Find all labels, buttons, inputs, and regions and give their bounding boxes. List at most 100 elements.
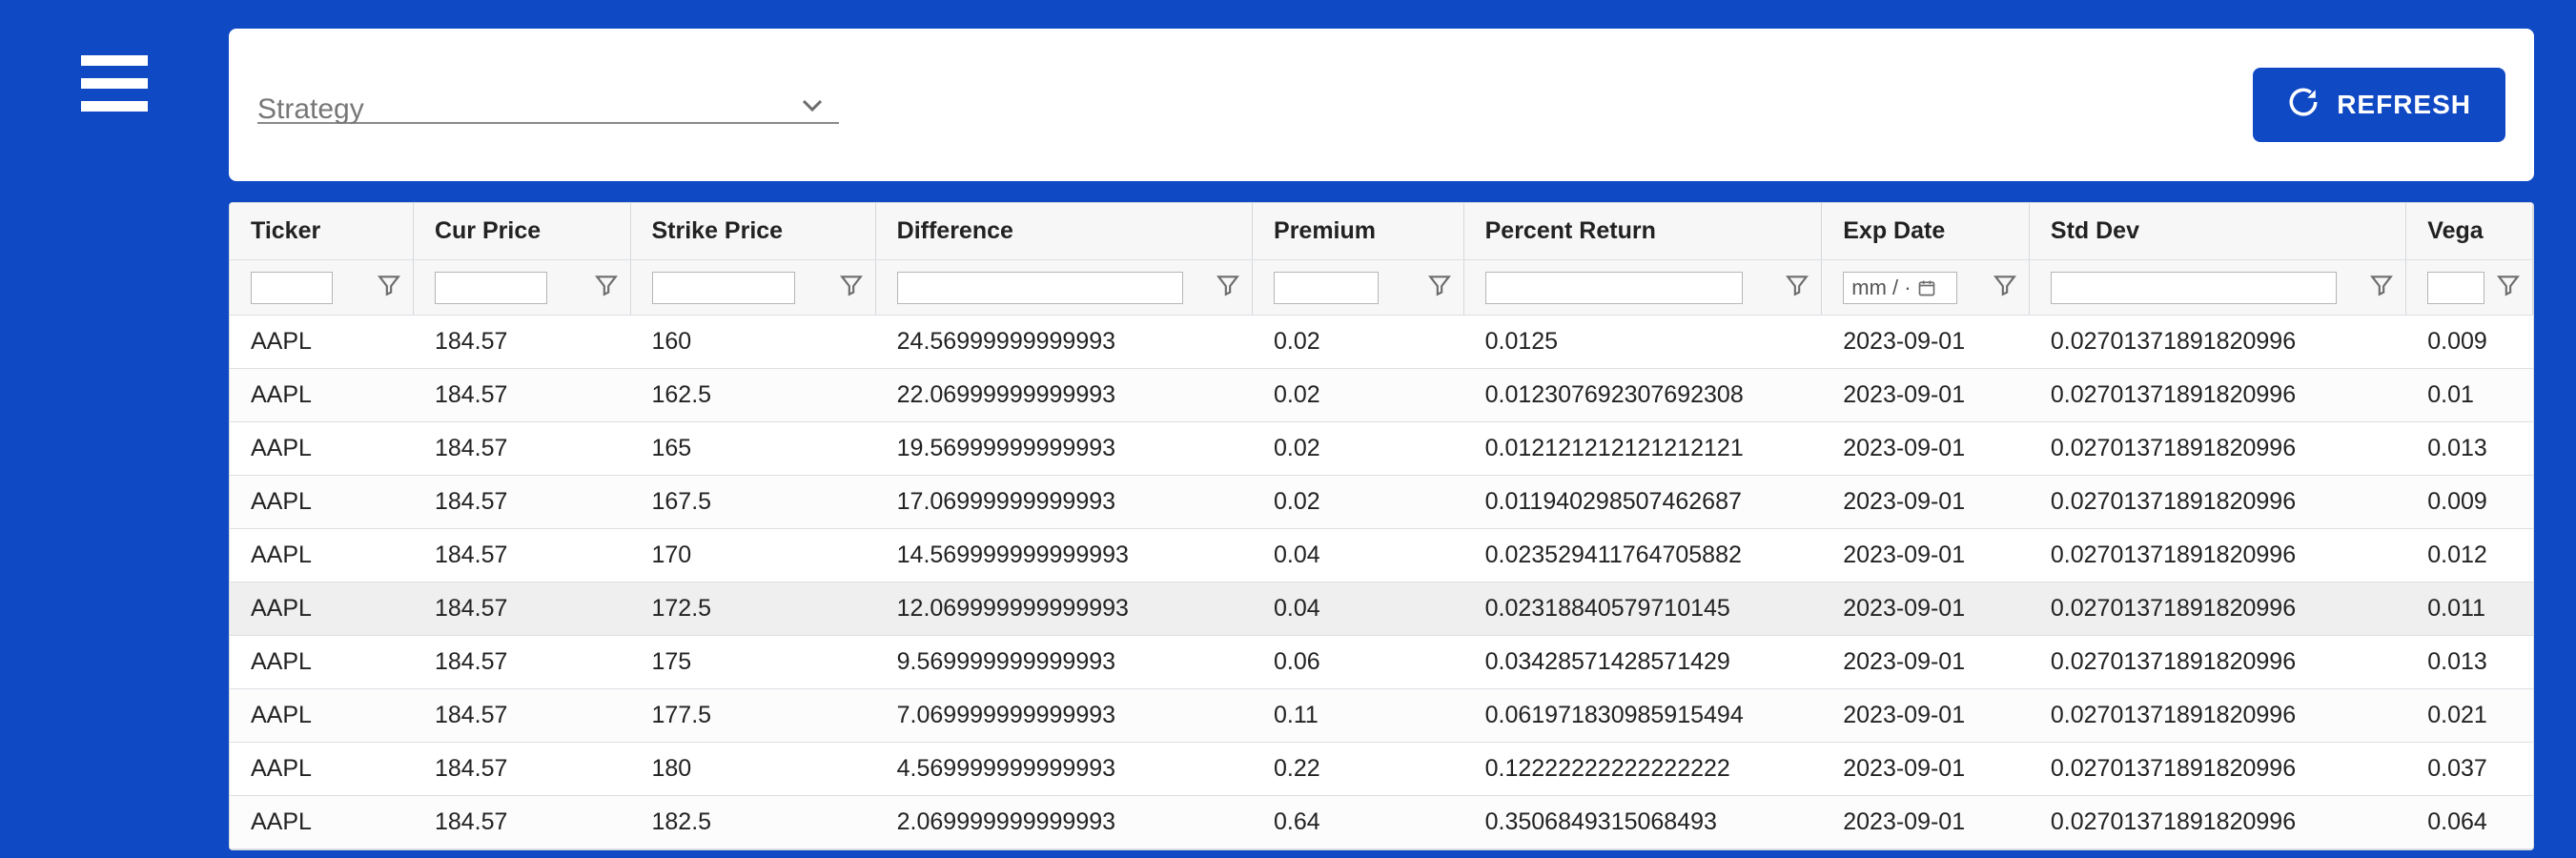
table-row[interactable]: AAPL184.57177.57.0699999999999930.110.06…: [230, 689, 2533, 743]
cell-prem: 0.02: [1253, 316, 1464, 368]
cell-diff: 14.569999999999993: [876, 529, 1253, 582]
cell-ticker: AAPL: [230, 316, 414, 368]
chevron-down-icon: [803, 99, 822, 116]
grid-filter-row: mm / ·: [230, 260, 2533, 316]
cell-sd: 0.02701371891820996: [2030, 743, 2406, 795]
refresh-button-label: REFRESH: [2337, 90, 2471, 120]
cell-sd: 0.02701371891820996: [2030, 529, 2406, 582]
cell-vega: 0.009: [2406, 316, 2533, 368]
cell-diff: 7.069999999999993: [876, 689, 1253, 742]
table-row[interactable]: AAPL184.57167.517.069999999999930.020.01…: [230, 476, 2533, 529]
cell-cur: 184.57: [414, 582, 631, 635]
cell-vega: 0.013: [2406, 636, 2533, 688]
cell-diff: 19.56999999999993: [876, 422, 1253, 475]
cell-ticker: AAPL: [230, 476, 414, 528]
cell-prem: 0.06: [1253, 636, 1464, 688]
filter-input-std-dev[interactable]: [2051, 272, 2337, 304]
cell-vega: 0.037: [2406, 743, 2533, 795]
filter-input-difference[interactable]: [897, 272, 1183, 304]
cell-diff: 2.069999999999993: [876, 796, 1253, 848]
cell-diff: 24.56999999999993: [876, 316, 1253, 368]
cell-pct: 0.011940298507462687: [1464, 476, 1823, 528]
cell-exp: 2023-09-01: [1822, 796, 2030, 848]
strategy-select[interactable]: Strategy: [257, 86, 839, 124]
cell-sd: 0.02701371891820996: [2030, 369, 2406, 421]
filter-icon[interactable]: [1993, 273, 2017, 302]
cell-pct: 0.061971830985915494: [1464, 689, 1823, 742]
column-header-premium[interactable]: Premium: [1253, 203, 1464, 259]
cell-prem: 0.11: [1253, 689, 1464, 742]
cell-exp: 2023-09-01: [1822, 743, 2030, 795]
cell-strike: 170: [631, 529, 876, 582]
cell-pct: 0.012307692307692308: [1464, 369, 1823, 421]
cell-exp: 2023-09-01: [1822, 689, 2030, 742]
column-header-percent-return[interactable]: Percent Return: [1464, 203, 1823, 259]
cell-prem: 0.02: [1253, 422, 1464, 475]
filter-input-cur-price[interactable]: [435, 272, 547, 304]
cell-pct: 0.0125: [1464, 316, 1823, 368]
cell-cur: 184.57: [414, 316, 631, 368]
cell-vega: 0.011: [2406, 582, 2533, 635]
cell-vega: 0.012: [2406, 529, 2533, 582]
cell-cur: 184.57: [414, 529, 631, 582]
table-row[interactable]: AAPL184.57162.522.069999999999930.020.01…: [230, 369, 2533, 422]
cell-sd: 0.02701371891820996: [2030, 476, 2406, 528]
filter-input-vega[interactable]: [2427, 272, 2484, 304]
cell-pct: 0.012121212121212121: [1464, 422, 1823, 475]
cell-prem: 0.64: [1253, 796, 1464, 848]
cell-vega: 0.064: [2406, 796, 2533, 848]
cell-strike: 160: [631, 316, 876, 368]
column-header-exp-date[interactable]: Exp Date: [1822, 203, 2030, 259]
filter-icon[interactable]: [377, 273, 401, 302]
column-header-vega[interactable]: Vega: [2406, 203, 2533, 259]
filter-icon[interactable]: [2496, 273, 2521, 302]
toolbar: Strategy REFRESH: [229, 29, 2534, 181]
cell-pct: 0.023529411764705882: [1464, 529, 1823, 582]
column-header-ticker[interactable]: Ticker: [230, 203, 414, 259]
filter-input-premium[interactable]: [1274, 272, 1379, 304]
table-row[interactable]: AAPL184.5716024.569999999999930.020.0125…: [230, 316, 2533, 369]
column-header-difference[interactable]: Difference: [876, 203, 1253, 259]
cell-diff: 9.569999999999993: [876, 636, 1253, 688]
cell-pct: 0.02318840579710145: [1464, 582, 1823, 635]
cell-strike: 165: [631, 422, 876, 475]
filter-icon[interactable]: [594, 273, 619, 302]
cell-exp: 2023-09-01: [1822, 476, 2030, 528]
table-row[interactable]: AAPL184.571759.5699999999999930.060.0342…: [230, 636, 2533, 689]
cell-strike: 175: [631, 636, 876, 688]
filter-icon[interactable]: [2369, 273, 2394, 302]
filter-icon[interactable]: [1427, 273, 1452, 302]
table-row[interactable]: AAPL184.5716519.569999999999930.020.0121…: [230, 422, 2533, 476]
table-row[interactable]: AAPL184.57182.52.0699999999999930.640.35…: [230, 796, 2533, 849]
table-row[interactable]: AAPL184.57172.512.0699999999999930.040.0…: [230, 582, 2533, 636]
hamburger-icon: [81, 55, 148, 112]
table-row[interactable]: AAPL184.571804.5699999999999930.220.1222…: [230, 743, 2533, 796]
filter-input-ticker[interactable]: [251, 272, 333, 304]
column-header-std-dev[interactable]: Std Dev: [2030, 203, 2406, 259]
filter-icon[interactable]: [839, 273, 864, 302]
column-header-cur-price[interactable]: Cur Price: [414, 203, 631, 259]
grid-header-row: Ticker Cur Price Strike Price Difference…: [230, 203, 2533, 260]
cell-cur: 184.57: [414, 689, 631, 742]
column-header-strike-price[interactable]: Strike Price: [631, 203, 876, 259]
cell-vega: 0.009: [2406, 476, 2533, 528]
cell-exp: 2023-09-01: [1822, 582, 2030, 635]
filter-input-percent-return[interactable]: [1485, 272, 1743, 304]
cell-ticker: AAPL: [230, 636, 414, 688]
cell-exp: 2023-09-01: [1822, 316, 2030, 368]
filter-input-exp-date[interactable]: mm / ·: [1843, 272, 1957, 304]
filter-input-strike-price[interactable]: [652, 272, 795, 304]
cell-pct: 0.03428571428571429: [1464, 636, 1823, 688]
cell-ticker: AAPL: [230, 529, 414, 582]
cell-sd: 0.02701371891820996: [2030, 636, 2406, 688]
hamburger-menu-button[interactable]: [0, 0, 229, 112]
cell-strike: 177.5: [631, 689, 876, 742]
cell-sd: 0.02701371891820996: [2030, 582, 2406, 635]
cell-ticker: AAPL: [230, 743, 414, 795]
table-row[interactable]: AAPL184.5717014.5699999999999930.040.023…: [230, 529, 2533, 582]
filter-icon[interactable]: [1785, 273, 1809, 302]
cell-strike: 162.5: [631, 369, 876, 421]
cell-diff: 12.069999999999993: [876, 582, 1253, 635]
filter-icon[interactable]: [1216, 273, 1240, 302]
refresh-button[interactable]: REFRESH: [2253, 68, 2505, 142]
